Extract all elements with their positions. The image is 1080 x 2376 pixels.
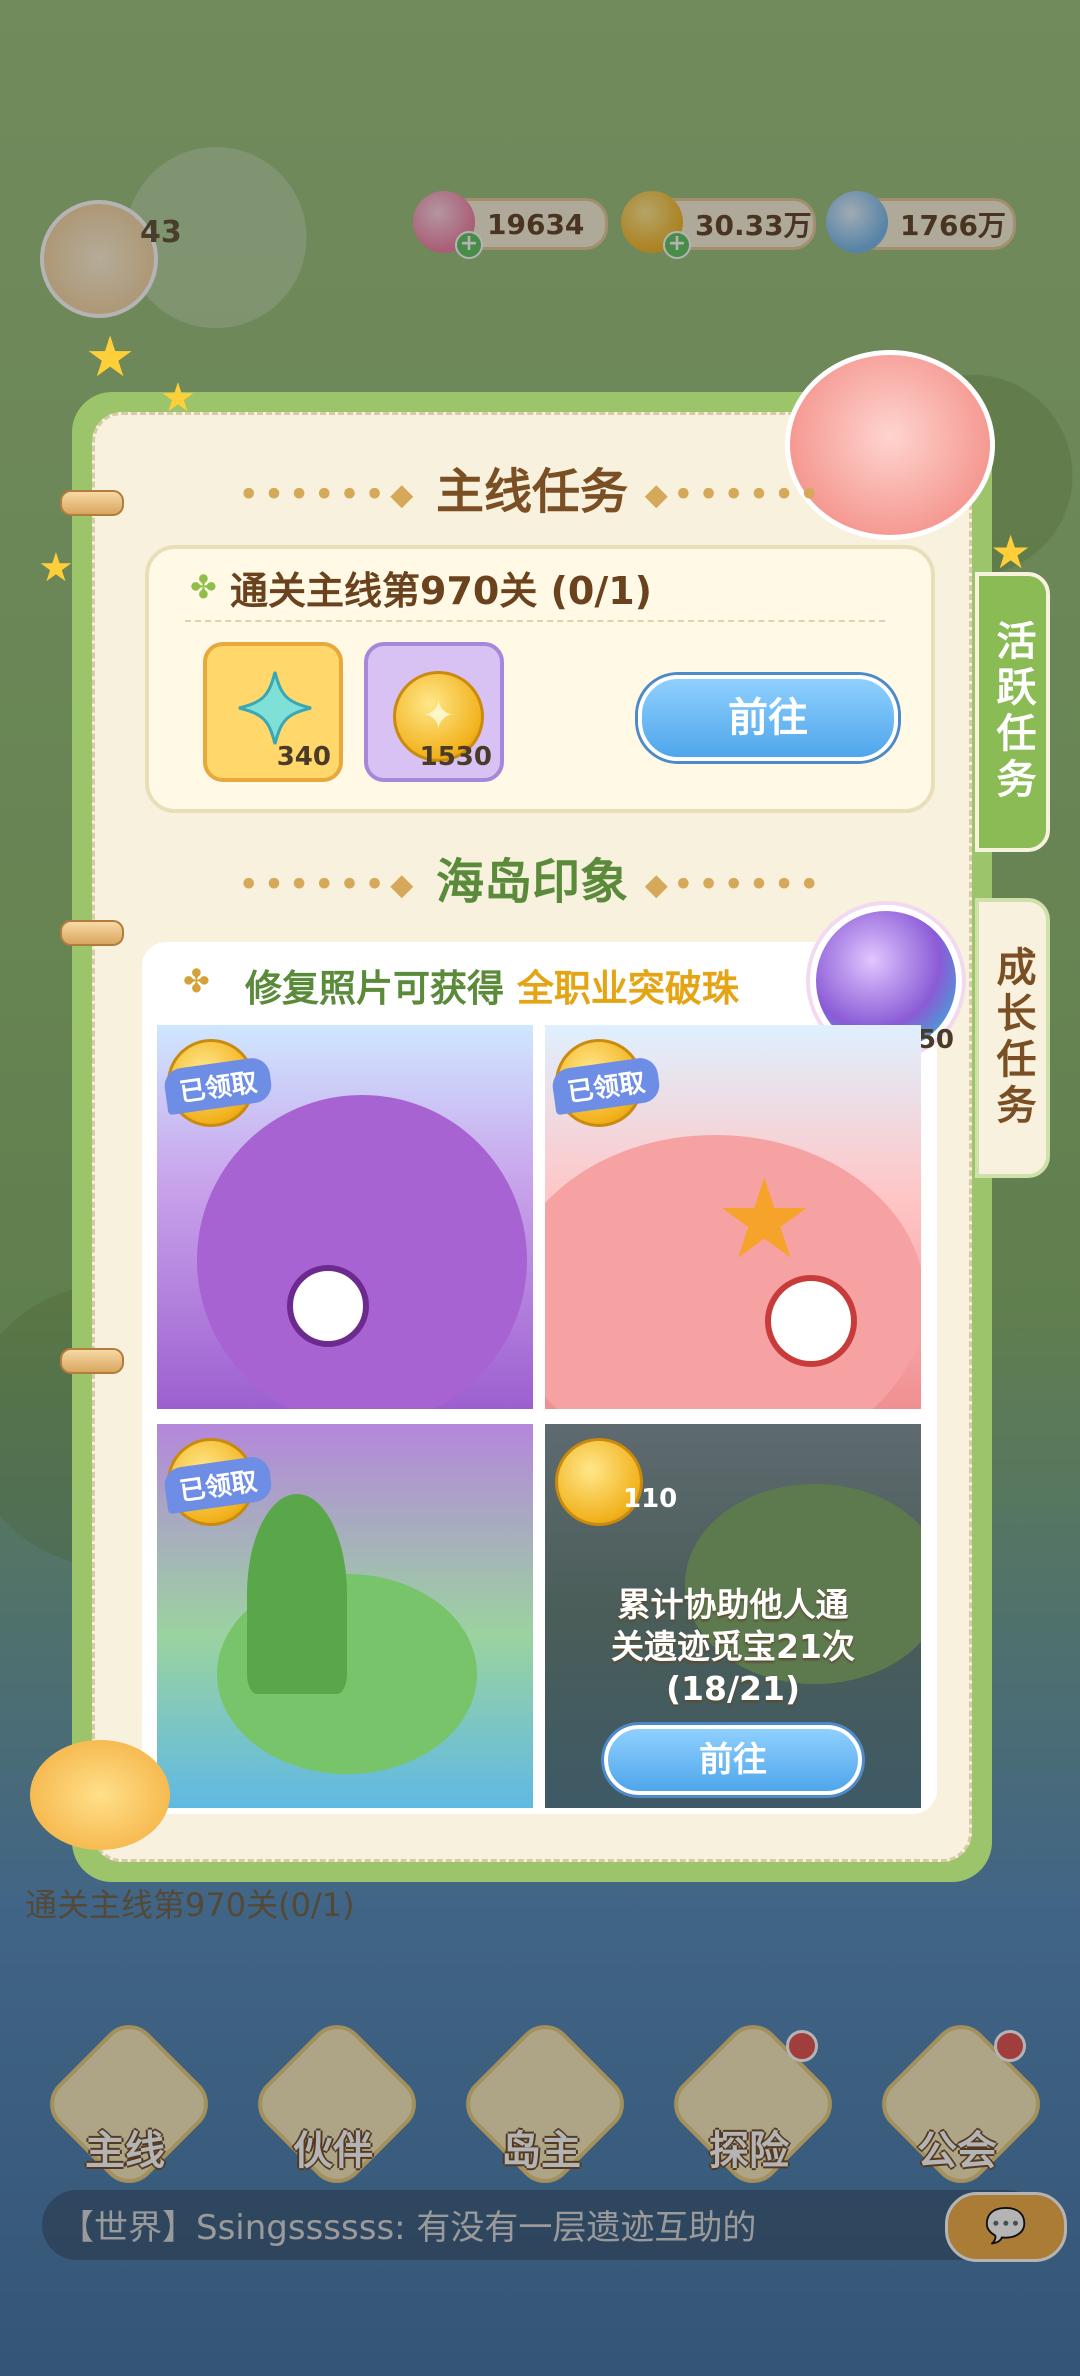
- task-line: 累计协助他人通: [617, 1585, 849, 1624]
- reward-count: 1530: [419, 742, 492, 772]
- clover-icon: ✤: [190, 568, 217, 606]
- reward-count: 340: [276, 742, 331, 772]
- hint-prefix: 修复照片可获得: [245, 967, 504, 1010]
- pine-tree-icon: [247, 1494, 347, 1694]
- main-task-text: 通关主线第970关 (0/1): [230, 569, 653, 613]
- tab-growth-tasks[interactable]: 成长任务: [975, 898, 1050, 1178]
- star-icon: ★: [990, 525, 1032, 579]
- star-icon: ★: [85, 325, 136, 390]
- clover-icon: ✤: [183, 962, 210, 1000]
- flower-icon: [30, 1740, 170, 1850]
- task-progress: (18/21): [665, 1669, 801, 1708]
- tab-active-tasks[interactable]: 活跃任务: [975, 572, 1050, 852]
- coin-count: 110: [623, 1484, 678, 1514]
- starfish-icon: ★: [715, 1155, 814, 1283]
- photo-tile[interactable]: ★ 已领取: [545, 1025, 921, 1409]
- main-task-go-button[interactable]: 前往: [638, 675, 898, 761]
- star-gem-icon: [238, 671, 312, 745]
- photo-tile[interactable]: 已领取: [157, 1025, 533, 1409]
- photo-tile[interactable]: 已领取: [157, 1424, 533, 1808]
- eye-icon: [765, 1275, 857, 1367]
- island-title-text: 海岛印象: [435, 854, 628, 910]
- hint-highlight: 全职业突破珠: [516, 967, 739, 1010]
- photo-hint: 修复照片可获得 全职业突破珠: [245, 958, 739, 1012]
- eye-icon: [287, 1265, 369, 1347]
- island-section-title: ••••••◆ 海岛印象 ◆••••••: [239, 854, 825, 910]
- reward-gold-coin[interactable]: 1530: [364, 642, 504, 782]
- binder-ring: [60, 920, 124, 946]
- star-icon: ★: [160, 375, 196, 421]
- purple-cat-icon: [197, 1095, 527, 1409]
- main-task-title: ••••••◆ 主线任务 ◆••••••: [239, 464, 825, 520]
- binder-ring: [60, 1348, 124, 1374]
- task-divider: [185, 620, 885, 622]
- tile-task-text: 累计协助他人通 关遗迹觅宝21次 (18/21): [545, 1584, 921, 1710]
- main-task-title-text: 主线任务: [435, 464, 628, 520]
- tile-go-button[interactable]: 前往: [604, 1725, 862, 1795]
- orb-count: 50: [917, 1025, 954, 1055]
- reward-star-gem[interactable]: 340: [203, 642, 343, 782]
- task-line: 关遗迹觅宝21次: [611, 1627, 855, 1666]
- star-icon: ★: [38, 545, 74, 591]
